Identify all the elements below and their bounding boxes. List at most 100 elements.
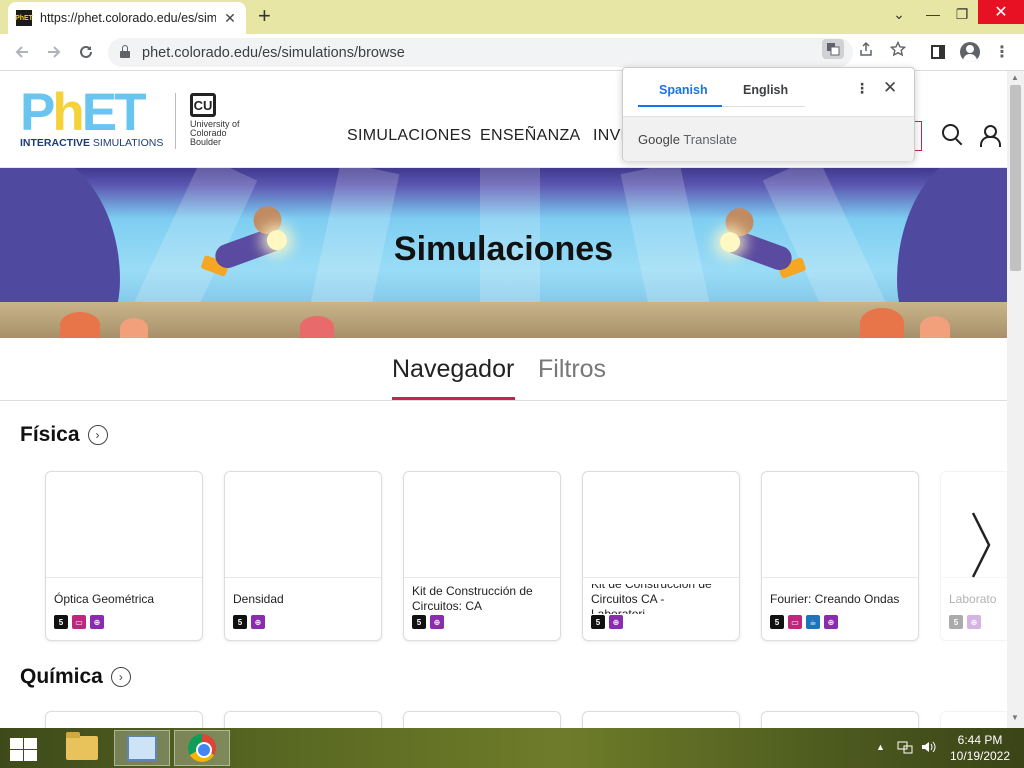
control-panel-icon[interactable] [114,730,170,766]
back-icon[interactable] [10,40,34,64]
sim-thumbnail[interactable] [583,472,739,578]
phet-logo-subtitle: INTERACTIVE SIMULATIONS [20,137,164,149]
sim-thumbnail[interactable] [225,472,381,578]
forward-icon[interactable] [42,40,66,64]
close-window-button[interactable]: ✕ [978,0,1024,24]
maximize-button[interactable]: ❐ [948,0,976,28]
sim-card-badges: 5 ⊕ [949,615,981,629]
sim-thumbnail[interactable] [404,472,560,578]
view-tabs: Navegador Filtros [0,338,1007,401]
sim-thumbnail[interactable] [46,472,202,578]
side-panel-icon[interactable] [926,40,950,64]
sim-card-title[interactable]: Óptica Geométrica [54,584,194,614]
phet-logo[interactable]: PhET INTERACTIVE SIMULATIONS [20,85,164,150]
windows-start-icon[interactable] [8,737,38,761]
translate-icon[interactable] [822,39,844,59]
hero-banner: Simulaciones [0,168,1007,338]
logo-divider [175,93,176,149]
windows-taskbar: ▲ 6:44 PM 10/19/2022 [0,728,1024,768]
phet-favicon-icon: PhET [15,10,33,26]
java-icon: ☕ [806,615,820,629]
chevron-right-icon[interactable]: › [87,425,108,445]
translate-active-indicator [638,105,722,107]
sim-card[interactable]: Kit de Construcción de Circuitos CA - La… [582,471,740,641]
browser-tab[interactable]: PhET https://phet.colorado.edu/es/sim ✕ [8,2,246,34]
flash-icon: ▭ [788,615,802,629]
scrollbar-thumb[interactable] [1010,85,1021,271]
minimize-button[interactable]: — [918,0,948,28]
sim-card[interactable] [761,711,919,728]
section-title-fisica[interactable]: Física › [20,423,108,447]
tab-search-button[interactable]: ⌄ [886,0,912,28]
sim-card[interactable] [224,711,382,728]
html5-icon: 5 [412,615,426,629]
nav-ensenanza[interactable]: ENSEÑANZA [480,127,581,145]
lock-icon[interactable] [120,44,130,58]
sim-card-title[interactable]: Kit de Construcción de Circuitos: CA [412,584,552,614]
tab-filtros[interactable]: Filtros [538,355,606,384]
nav-simulaciones[interactable]: SIMULACIONES [347,127,472,145]
profile-icon[interactable] [958,40,982,64]
search-icon[interactable] [941,123,965,147]
translate-lang-english[interactable]: English [743,83,788,97]
chrome-taskbar-icon[interactable] [174,730,230,766]
cu-logo-icon[interactable]: CU [190,93,216,117]
url-text: phet.colorado.edu/es/simulations/browse [142,44,405,61]
translate-close-icon[interactable]: ✕ [883,78,897,98]
network-icon[interactable] [897,740,913,757]
system-clock[interactable]: 6:44 PM 10/19/2022 [944,732,1016,764]
sim-card[interactable] [45,711,203,728]
scroll-down-icon[interactable]: ▼ [1011,713,1019,722]
translate-popup: Spanish English ⋮ ✕ Google Translate [622,67,915,161]
sim-card-badges: 5 ⊕ [412,615,444,629]
carousel-next-icon[interactable] [970,511,992,589]
tab-navegador[interactable]: Navegador [392,355,514,384]
sim-card-title[interactable]: Fourier: Creando Ondas [770,584,910,614]
star-icon[interactable] [887,39,909,59]
clock-time: 6:44 PM [957,733,1003,747]
volume-icon[interactable] [921,740,937,757]
sim-thumbnail[interactable] [762,472,918,578]
sim-card-title[interactable]: Kit de Construcción de Circuitos CA - La… [591,584,731,614]
sim-card-title[interactable]: Densidad [233,584,373,614]
sim-card[interactable]: Óptica Geométrica 5 ▭ ⊕ [45,471,203,641]
scroll-up-icon[interactable]: ▲ [1011,73,1019,82]
translate-lang-spanish[interactable]: Spanish [659,83,708,97]
user-account-icon[interactable] [978,123,1002,147]
translate-options-icon[interactable]: ⋮ [855,80,869,97]
html5-icon: 5 [591,615,605,629]
sim-card-badges: 5 ▭ ☕ ⊕ [770,615,838,629]
browser-toolbar: phet.colorado.edu/es/simulations/browse … [0,34,1024,71]
html5-icon: 5 [949,615,963,629]
teacher-tips-icon: ⊕ [251,615,265,629]
reload-icon[interactable] [74,40,98,64]
teacher-tips-icon: ⊕ [967,615,981,629]
tray-expand-icon[interactable]: ▲ [876,742,885,752]
chevron-right-icon[interactable]: › [110,667,131,687]
file-explorer-icon[interactable] [54,730,110,766]
share-icon[interactable] [855,39,877,59]
sim-card[interactable]: Fourier: Creando Ondas 5 ▭ ☕ ⊕ [761,471,919,641]
page-scrollbar[interactable]: ▲ ▼ [1007,71,1024,728]
menu-icon[interactable]: ⋮ [990,40,1014,64]
tab-title: https://phet.colorado.edu/es/sim [40,11,216,25]
translate-footer: Google Translate [623,116,914,161]
sim-card[interactable]: Kit de Construcción de Circuitos: CA 5 ⊕ [403,471,561,641]
browser-tab-strip: PhET https://phet.colorado.edu/es/sim ✕ … [0,0,1024,34]
tab-close-icon[interactable]: ✕ [222,10,238,27]
sim-card[interactable] [940,711,1007,728]
sim-card[interactable] [403,711,561,728]
flash-icon: ▭ [72,615,86,629]
new-tab-button[interactable]: + [258,5,271,27]
teacher-tips-icon: ⊕ [824,615,838,629]
section-title-quimica[interactable]: Química › [20,665,131,689]
teacher-tips-icon: ⊕ [430,615,444,629]
sim-card-badges: 5 ⊕ [233,615,265,629]
sim-card[interactable] [582,711,740,728]
html5-icon: 5 [233,615,247,629]
html5-icon: 5 [770,615,784,629]
address-bar[interactable]: phet.colorado.edu/es/simulations/browse [108,38,853,67]
sim-card-badges: 5 ⊕ [591,615,623,629]
sim-card[interactable]: Densidad 5 ⊕ [224,471,382,641]
clock-date: 10/19/2022 [949,749,1011,763]
